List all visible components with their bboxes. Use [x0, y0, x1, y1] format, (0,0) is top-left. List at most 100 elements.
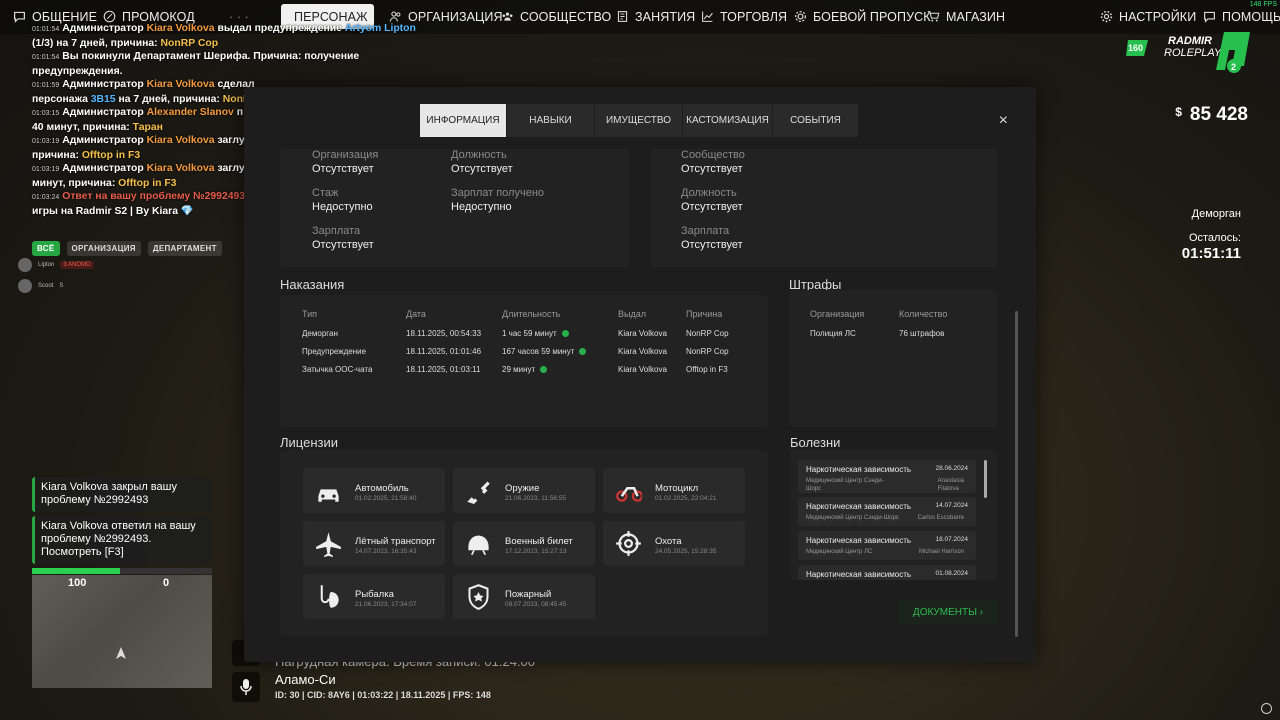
disease-item[interactable]: Наркотическая зависимость 28.06.2024 Медиц… [798, 460, 976, 493]
nav-shop[interactable]: Магазин [920, 4, 1012, 29]
tab-info[interactable]: Информация [420, 104, 507, 137]
disease-doctor: Anastasia Filatova [937, 478, 964, 492]
tab-customization[interactable]: Кастомизация [683, 104, 773, 137]
remain-label: Осталось: [1188, 232, 1241, 244]
cell-text: Kiara Volkova [618, 365, 667, 374]
close-button[interactable]: × [999, 112, 1008, 130]
table-header: Дата [406, 309, 426, 319]
disease-item[interactable]: Наркотическая зависимость 14.07.2024 Медиц… [798, 497, 976, 526]
disease-name: Наркотическая зависимость [806, 502, 912, 511]
license-card[interactable]: Военный билет 17.12.2023, 15:27:13 [453, 521, 595, 566]
license-date: 09.07.2023, 08:45:45 [505, 601, 567, 608]
logo-badge: 160 [1128, 43, 1143, 53]
diseases-card: Наркотическая зависимость 28.06.2024 Медиц… [790, 450, 997, 580]
gear-icon [795, 11, 806, 22]
status-dot-icon [540, 366, 548, 373]
license-card[interactable]: Лётный транспорт 14.07.2023, 16:35:43 [303, 521, 445, 566]
logo-top: RADMIR [1168, 35, 1212, 47]
voice-name: Scoot [38, 283, 54, 289]
chat-line: 01:01:54 Администратор Kiara Volkova выда… [32, 22, 424, 37]
notification[interactable]: Kiara Volkova закрыл вашу проблему №2992… [32, 477, 212, 512]
nav-trade[interactable]: Торговля [694, 4, 794, 29]
table-header: Организация [810, 309, 865, 319]
notification[interactable]: Kiara Volkova ответил на вашу проблему №… [32, 516, 212, 564]
license-date: 17.12.2023, 15:27:13 [505, 548, 567, 555]
chat-tab-department[interactable]: ДЕПАРТАМЕНТ [147, 241, 222, 256]
tab-events[interactable]: События [773, 104, 859, 137]
chat-timestamp: 01:03:15 [32, 110, 60, 117]
settings-icon [1100, 10, 1113, 23]
table-header: Тип [302, 309, 318, 319]
chat-tab-organization[interactable]: ОРГАНИЗАЦИЯ [66, 241, 141, 256]
nav-activities[interactable]: Занятия [609, 4, 702, 29]
documents-button[interactable]: ДОКУМЕНТЫ › [898, 600, 998, 625]
license-name: Рыбалка [355, 589, 394, 600]
nav-label: Помощь [1222, 9, 1280, 24]
field-value: Отсутствует [681, 163, 743, 175]
chat-text: минут, причина: [32, 177, 119, 189]
chat-text: 3B15 [90, 93, 116, 105]
chat-text: игры на Radmir S2 | By Kiara [32, 205, 181, 217]
nav-settings[interactable]: Настройки [1093, 4, 1203, 29]
table-cell: 29 минут [502, 365, 548, 374]
field-label: Стаж [312, 187, 339, 199]
tab-skills[interactable]: Навыки [507, 104, 595, 137]
field-label: Должность [681, 187, 737, 199]
shield-icon [468, 584, 489, 610]
chat-timestamp: 01:01:54 [32, 54, 60, 61]
disease-date: 28.06.2024 [935, 465, 968, 472]
chat-timestamp: 01:01:54 [32, 26, 60, 33]
license-card[interactable]: Рыбалка 21.06.2023, 17:34:07 [303, 574, 445, 619]
status-dot-icon [561, 330, 569, 337]
tab-property[interactable]: Имущество [595, 104, 683, 137]
disease-item[interactable]: Наркотическая зависимость 01.08.2024 [798, 565, 976, 580]
voice-tag: S [59, 283, 64, 289]
license-date: 21.06.2023, 11:56:55 [505, 495, 566, 502]
field-label: Должность [451, 149, 507, 161]
table-header: Выдал [618, 309, 646, 319]
license-card[interactable]: Оружие 21.06.2023, 11:56:55 [453, 468, 595, 513]
field-label: Зарплата [681, 225, 730, 237]
chat-timestamp: 01:01:59 [32, 82, 60, 89]
chat-text: Kiara Volkova [146, 163, 215, 174]
chat-text: Администратор [62, 163, 147, 174]
disease-item[interactable]: Наркотическая зависимость 18.07.2024 Медиц… [798, 531, 976, 560]
chat-tab-all[interactable]: ВСЁ [32, 241, 60, 256]
cell-text: 18.11.2025, 01:03:11 [406, 365, 481, 374]
field-value: Отсутствует [681, 201, 743, 213]
chat-text: 💎 [180, 205, 194, 217]
cell-text: Затычка ООС-чата [302, 365, 373, 374]
voice-name: Lipton [38, 262, 55, 268]
license-card[interactable]: Мотоцикл 01.02.2025, 22:04:21 [603, 468, 745, 513]
nav-community[interactable]: Сообщество [494, 4, 618, 29]
license-card[interactable]: Охота 24.05.2025, 15:28:35 [603, 521, 745, 566]
radmir-logo-icon: 160 RADMIR ROLEPLAY 2 [1126, 32, 1250, 73]
microphone-button[interactable] [232, 672, 260, 702]
microphone-icon [240, 679, 252, 695]
license-card[interactable]: Пожарный 09.07.2023, 08:45:45 [453, 574, 595, 619]
field-value: Отсутствует [312, 163, 374, 175]
chat-text: заглу [214, 135, 245, 146]
cart-icon [927, 11, 940, 22]
character-modal: Информация Навыки Имущество Кастомизация… [244, 87, 1036, 662]
nav-label: Торговля [720, 9, 788, 24]
disease-doctor: Carlos Escobarre [917, 515, 964, 521]
chat-text: Offtop in F3 [118, 177, 177, 189]
voice-player: Lipton 3 ANOMO [18, 258, 94, 272]
license-card[interactable]: Автомобиль 01.02.2025, 21:58:40 [303, 468, 445, 513]
field-value: Отсутствует [451, 163, 513, 175]
diseases-scrollbar[interactable] [984, 460, 987, 498]
player-arrow-icon [116, 647, 126, 659]
field-label: Сообщество [681, 149, 745, 161]
remain-timer: 01:51:11 [1181, 245, 1241, 262]
chat-text: Таран [132, 121, 163, 133]
chat-line: (1/3) на 7 дней, причина: NonRP Cop [32, 37, 424, 51]
modal-scrollbar[interactable] [1015, 311, 1018, 637]
chat-text: на 7 дней, причина: [115, 93, 223, 105]
chat-text: Kiara Volkova [146, 23, 215, 34]
fish-icon [320, 585, 339, 608]
cell-text: 1 час 59 минут [502, 329, 557, 338]
nav-battle-pass[interactable]: Боевой пропуск [787, 4, 938, 29]
cell-text: 29 минут [502, 365, 536, 374]
license-name: Пожарный [505, 589, 552, 600]
